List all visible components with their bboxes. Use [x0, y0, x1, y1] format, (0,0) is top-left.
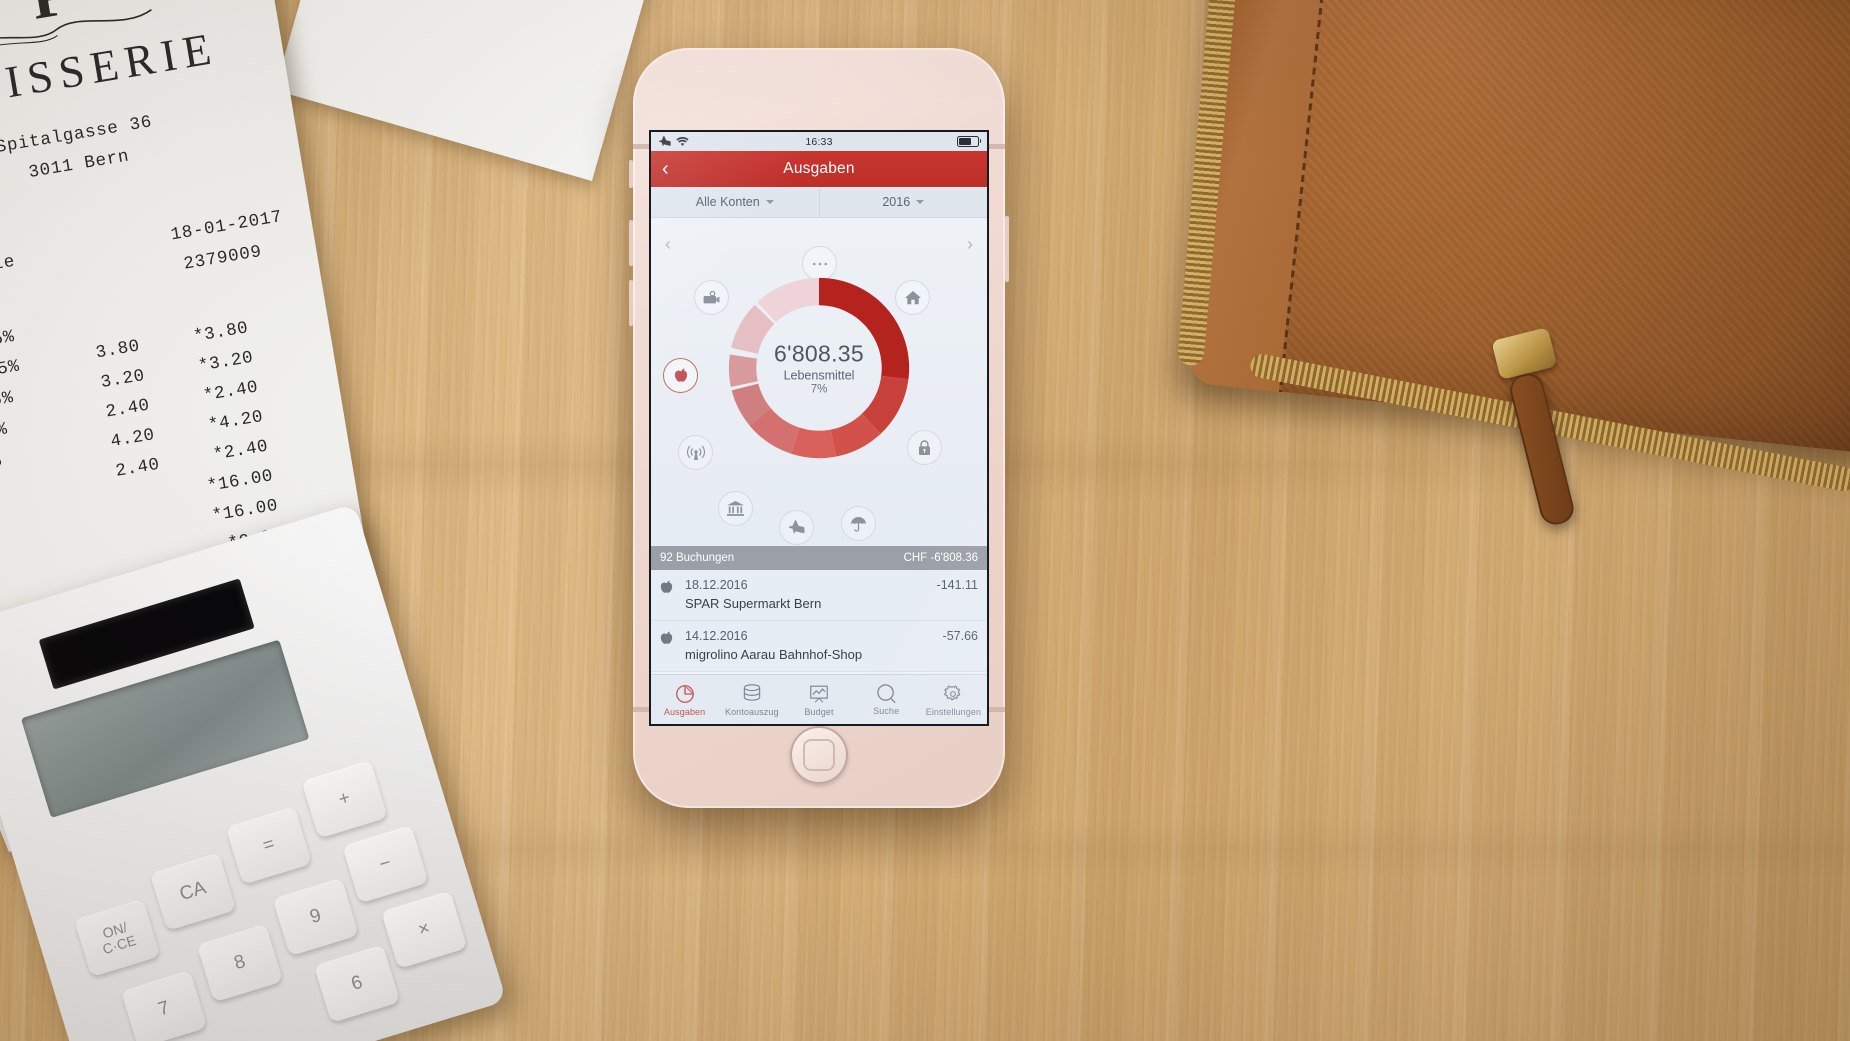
apple-icon: [660, 629, 676, 651]
summary-bar: 92 Buchungen CHF -6'808.36: [651, 546, 987, 570]
year-filter-label: 2016: [882, 195, 911, 209]
volume-down-button[interactable]: [629, 280, 633, 326]
donut-center-readout: 6'808.35 Lebensmittel 7%: [744, 341, 894, 396]
home-button[interactable]: [790, 726, 848, 784]
digit-6-key[interactable]: 6: [313, 944, 401, 1023]
transaction-list[interactable]: 18.12.2016 -141.11 SPAR Supermarkt Bern …: [651, 570, 987, 672]
donut-category-label: Lebensmittel: [783, 368, 855, 383]
account-filter[interactable]: Alle Konten: [651, 187, 819, 217]
tab-bar[interactable]: Ausgaben Kontoauszug Budget Suche Einste…: [651, 674, 987, 724]
transaction-date: 14.12.2016: [685, 629, 748, 643]
chevron-down-icon: [765, 200, 774, 204]
category-communication-button[interactable]: [678, 435, 713, 470]
smartphone: 16:33 ‹ Ausgaben Alle Konten 2016 ‹ › 6'…: [629, 48, 1009, 808]
tab-budget[interactable]: Budget: [785, 683, 852, 717]
table-row[interactable]: 18.12.2016 -141.11 SPAR Supermarkt Bern: [651, 570, 987, 621]
back-button[interactable]: ‹: [662, 159, 669, 179]
category-groceries-button[interactable]: [663, 358, 698, 393]
paper-sheet: [274, 0, 656, 182]
donut-slice[interactable]: [757, 277, 819, 323]
camera-icon: [703, 290, 720, 303]
multiply-key[interactable]: ×: [381, 890, 468, 969]
equals-key[interactable]: =: [225, 806, 313, 885]
summary-total: CHF -6'808.36: [903, 552, 978, 564]
navigation-bar: ‹ Ausgaben: [651, 151, 987, 187]
tab-ausgaben[interactable]: Ausgaben: [651, 683, 718, 717]
next-period-button[interactable]: ›: [967, 234, 973, 255]
gear-icon: [944, 684, 961, 700]
umbrella-icon: [851, 516, 866, 532]
line-chart-icon: [810, 685, 828, 703]
tab-kontoauszug[interactable]: Kontoauszug: [718, 683, 785, 717]
category-finance-button[interactable]: [718, 491, 753, 526]
status-bar: 16:33: [651, 132, 987, 151]
lock-icon: [919, 439, 930, 455]
page-title: Ausgaben: [783, 160, 855, 177]
category-travel-button[interactable]: [779, 510, 814, 545]
booking-count: 92 Buchungen: [660, 552, 735, 564]
desk-scene: P PATISSERIE Spitalgasse 36 3011 Bern Ka…: [0, 0, 1850, 1041]
minus-key[interactable]: −: [342, 825, 429, 904]
expense-donut-chart[interactable]: 6'808.35 Lebensmittel 7%: [721, 270, 917, 466]
transaction-date: 18.12.2016: [685, 578, 748, 592]
donut-amount: 6'808.35: [774, 340, 864, 367]
tab-label: Kontoauszug: [724, 706, 779, 717]
category-pension-button[interactable]: [841, 506, 876, 541]
database-icon: [743, 683, 761, 701]
digit-8-key[interactable]: 8: [196, 923, 284, 1003]
search-icon: [876, 684, 896, 704]
plus-key[interactable]: +: [301, 760, 388, 839]
prev-period-button[interactable]: ‹: [665, 234, 671, 255]
tab-label: Einstellungen: [925, 706, 982, 717]
pie-chart-icon: [675, 684, 694, 703]
airplane-icon: [788, 520, 804, 534]
apple-icon: [660, 578, 676, 600]
donut-percent: 7%: [810, 383, 828, 396]
transaction-amount: -57.66: [942, 629, 978, 643]
more-icon: [812, 262, 827, 265]
wallet-strap: [1506, 370, 1578, 528]
transaction-merchant: migrolino Aarau Bahnhof-Shop: [685, 647, 863, 662]
signal-icon: [686, 445, 705, 460]
on-clear-key[interactable]: ON/ C·CE: [74, 898, 161, 978]
apple-icon: [674, 367, 687, 382]
table-row[interactable]: 14.12.2016 -57.66 migrolino Aarau Bahnho…: [651, 621, 987, 672]
year-filter[interactable]: 2016: [818, 187, 988, 217]
tab-suche[interactable]: Suche: [853, 683, 920, 716]
phone-screen[interactable]: 16:33 ‹ Ausgaben Alle Konten 2016 ‹ › 6'…: [651, 132, 987, 724]
transaction-amount: -141.11: [936, 578, 978, 592]
status-time: 16:33: [805, 135, 833, 148]
ca-key[interactable]: CA: [149, 852, 237, 931]
battery-icon: [957, 135, 981, 148]
chevron-down-icon: [916, 200, 925, 204]
tab-label: Suche: [873, 706, 900, 716]
tab-label: Ausgaben: [663, 706, 706, 717]
account-filter-label: Alle Konten: [695, 195, 760, 209]
expense-chart-area[interactable]: ‹ › 6'808.35 Lebensmittel 7%: [651, 218, 987, 546]
digit-7-key[interactable]: 7: [120, 970, 208, 1041]
mute-switch[interactable]: [629, 160, 633, 188]
digit-9-key[interactable]: 9: [272, 877, 359, 957]
tab-label: Budget: [804, 706, 834, 717]
filter-bar: Alle Konten 2016: [651, 187, 987, 218]
tab-einstellungen[interactable]: Einstellungen: [920, 683, 987, 717]
transaction-merchant: SPAR Supermarkt Bern: [685, 596, 822, 611]
power-button[interactable]: [1005, 216, 1009, 282]
bank-icon: [727, 501, 744, 516]
volume-up-button[interactable]: [629, 220, 633, 266]
